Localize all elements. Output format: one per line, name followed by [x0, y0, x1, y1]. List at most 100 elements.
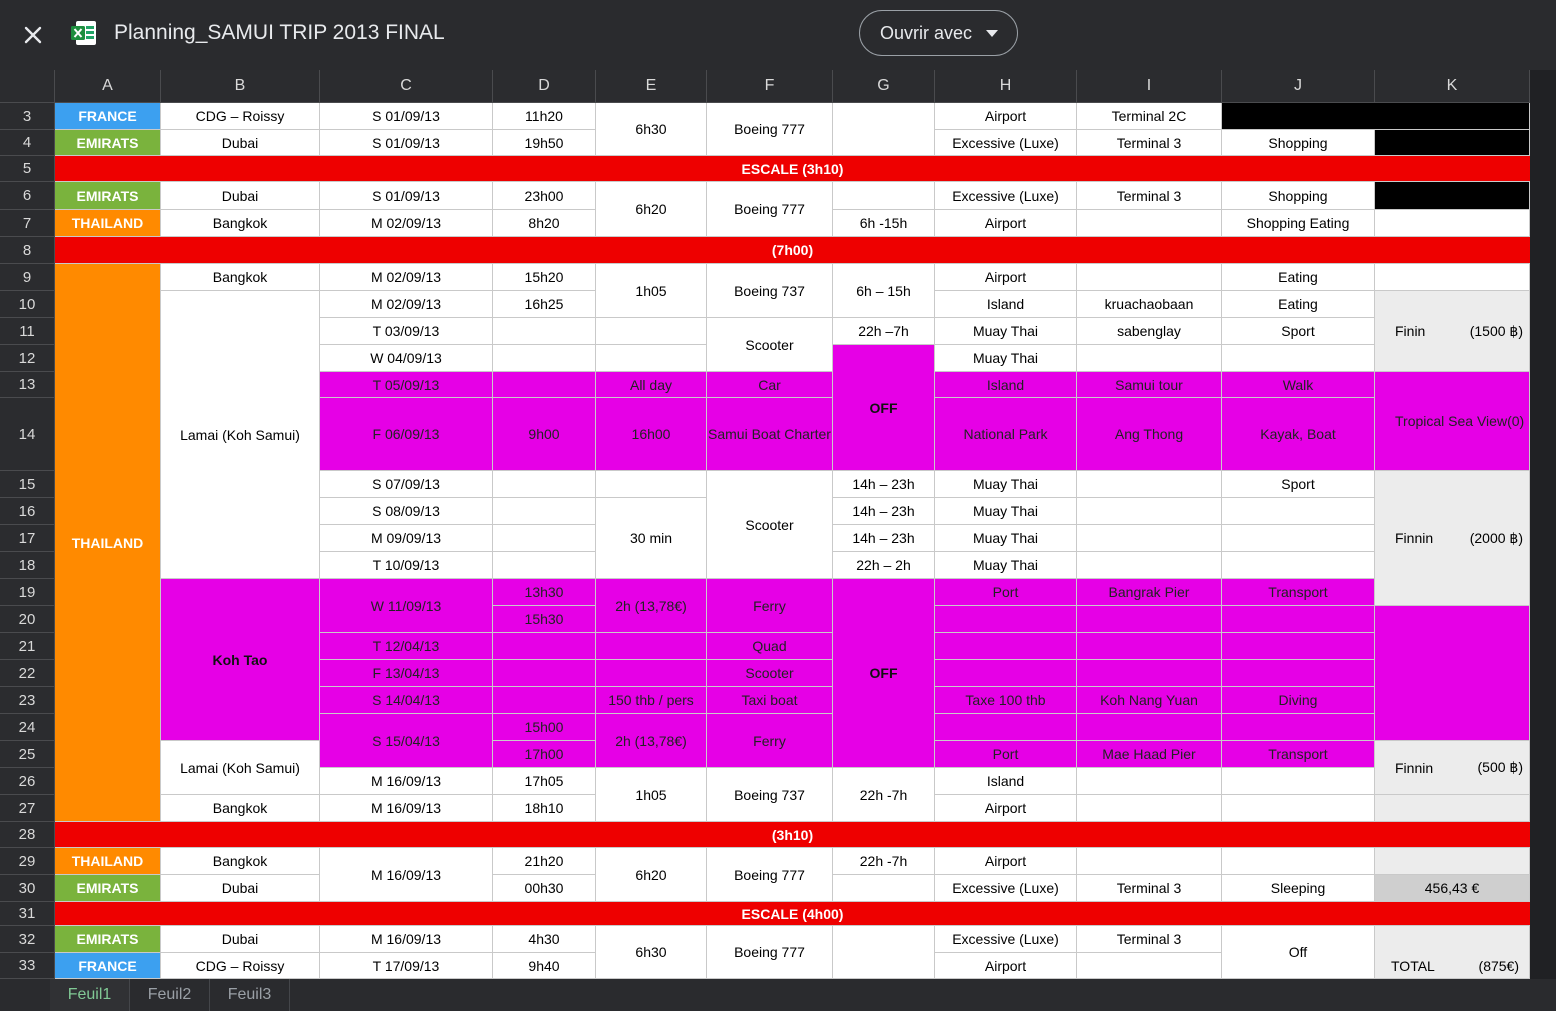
row-header-30[interactable]: 30 — [0, 875, 55, 902]
row-header-8[interactable]: 8 — [0, 237, 55, 264]
cell-b29[interactable]: Bangkok — [161, 848, 320, 875]
cell-c22[interactable]: F 13/04/13 — [320, 660, 493, 687]
cell-k29[interactable] — [1375, 848, 1530, 875]
row-header-13[interactable]: 13 — [0, 372, 55, 398]
cell-h11[interactable]: Muay Thai — [935, 318, 1077, 345]
cell-j7[interactable]: Shopping Eating — [1222, 210, 1375, 237]
cell-i9[interactable] — [1077, 264, 1222, 291]
column-header-j[interactable]: J — [1222, 70, 1375, 103]
cell-c19-c20[interactable]: W 11/09/13 — [320, 579, 493, 633]
cell-c27[interactable]: M 16/09/13 — [320, 795, 493, 822]
cell-i11[interactable]: sabenglay — [1077, 318, 1222, 345]
row-header-20[interactable]: 20 — [0, 606, 55, 633]
cell-d14[interactable]: 9h00 — [493, 398, 596, 471]
row-header-29[interactable]: 29 — [0, 848, 55, 875]
cell-d4[interactable]: 19h50 — [493, 130, 596, 156]
cell-f32-f33[interactable]: Boeing 777 — [707, 926, 833, 979]
cell-a9-a27[interactable]: THAILAND — [55, 264, 161, 822]
cell-c3[interactable]: S 01/09/13 — [320, 103, 493, 130]
row-header-18[interactable]: 18 — [0, 552, 55, 579]
cell-f9-f10[interactable]: Boeing 737 — [707, 264, 833, 318]
row-header-22[interactable]: 22 — [0, 660, 55, 687]
cell-c32[interactable]: M 16/09/13 — [320, 926, 493, 953]
cell-d20[interactable]: 15h30 — [493, 606, 596, 633]
cell-b27[interactable]: Bangkok — [161, 795, 320, 822]
row-header-7[interactable]: 7 — [0, 210, 55, 237]
cell-f19-f20[interactable]: Ferry — [707, 579, 833, 633]
row-header-24[interactable]: 24 — [0, 714, 55, 741]
cell-g30[interactable] — [833, 875, 935, 902]
cell-j16[interactable] — [1222, 498, 1375, 525]
cell-d7[interactable]: 8h20 — [493, 210, 596, 237]
cell-c10[interactable]: M 02/09/13 — [320, 291, 493, 318]
cell-k13-k14[interactable]: Tropical Sea View (0) — [1375, 372, 1530, 471]
cell-h18[interactable]: Muay Thai — [935, 552, 1077, 579]
cell-h27[interactable]: Airport — [935, 795, 1077, 822]
column-header-g[interactable]: G — [833, 70, 935, 103]
cell-b25-b26[interactable]: Lamai (Koh Samui) — [161, 741, 320, 795]
cell-d32[interactable]: 4h30 — [493, 926, 596, 953]
cell-c17[interactable]: M 09/09/13 — [320, 525, 493, 552]
cell-e16-e18[interactable]: 30 min — [596, 498, 707, 579]
close-button[interactable] — [14, 16, 52, 54]
cell-c24-c25[interactable]: S 15/04/13 — [320, 714, 493, 768]
cell-a33[interactable]: FRANCE — [55, 953, 161, 979]
cell-h30[interactable]: Excessive (Luxe) — [935, 875, 1077, 902]
cell-d9[interactable]: 15h20 — [493, 264, 596, 291]
cell-h3[interactable]: Airport — [935, 103, 1077, 130]
cell-d11[interactable] — [493, 318, 596, 345]
cell-k10-k12[interactable]: Finin (1500 ฿) — [1375, 291, 1530, 372]
cell-i6[interactable]: Terminal 3 — [1077, 182, 1222, 210]
cell-c11[interactable]: T 03/09/13 — [320, 318, 493, 345]
cell-j17[interactable] — [1222, 525, 1375, 552]
cell-d18[interactable] — [493, 552, 596, 579]
cell-h7[interactable]: Airport — [935, 210, 1077, 237]
row-header-33[interactable]: 33 — [0, 953, 55, 979]
cell-h6[interactable]: Excessive (Luxe) — [935, 182, 1077, 210]
row-header-27[interactable]: 27 — [0, 795, 55, 822]
cell-j3-k3[interactable] — [1222, 103, 1530, 130]
cell-i16[interactable] — [1077, 498, 1222, 525]
cell-c16[interactable]: S 08/09/13 — [320, 498, 493, 525]
cell-a4[interactable]: EMIRATS — [55, 130, 161, 156]
row-header-21[interactable]: 21 — [0, 633, 55, 660]
cell-a5-k5[interactable]: ESCALE (3h10) — [55, 156, 1530, 182]
cell-j29[interactable] — [1222, 848, 1375, 875]
cell-j25[interactable]: Transport — [1222, 741, 1375, 768]
row-header-26[interactable]: 26 — [0, 768, 55, 795]
cell-a3[interactable]: FRANCE — [55, 103, 161, 130]
cell-f22[interactable]: Scooter — [707, 660, 833, 687]
cell-g6[interactable] — [833, 182, 935, 210]
cell-g18[interactable]: 22h – 2h — [833, 552, 935, 579]
cell-d24[interactable]: 15h00 — [493, 714, 596, 741]
row-header-9[interactable]: 9 — [0, 264, 55, 291]
row-header-6[interactable]: 6 — [0, 182, 55, 210]
cell-d12[interactable] — [493, 345, 596, 372]
cell-f6-f7[interactable]: Boeing 777 — [707, 182, 833, 237]
column-header-a[interactable]: A — [55, 70, 161, 103]
cell-d16[interactable] — [493, 498, 596, 525]
cell-d27[interactable]: 18h10 — [493, 795, 596, 822]
cell-h22[interactable] — [935, 660, 1077, 687]
cell-d26[interactable]: 17h05 — [493, 768, 596, 795]
cell-k32-k33[interactable]: TOTAL (875€) — [1375, 926, 1530, 979]
cell-j10[interactable]: Eating — [1222, 291, 1375, 318]
cell-i20[interactable] — [1077, 606, 1222, 633]
cell-e26-e27[interactable]: 1h05 — [596, 768, 707, 822]
cell-i30[interactable]: Terminal 3 — [1077, 875, 1222, 902]
cell-j22[interactable] — [1222, 660, 1375, 687]
cell-g3-g4[interactable] — [833, 103, 935, 156]
cell-i26[interactable] — [1077, 768, 1222, 795]
cell-d17[interactable] — [493, 525, 596, 552]
cell-h25[interactable]: Port — [935, 741, 1077, 768]
cell-f14[interactable]: Samui Boat Charter — [707, 398, 833, 471]
cell-e14[interactable]: 16h00 — [596, 398, 707, 471]
cell-c14[interactable]: F 06/09/13 — [320, 398, 493, 471]
cell-e12[interactable] — [596, 345, 707, 372]
cell-e19-e20[interactable]: 2h (13,78€) — [596, 579, 707, 633]
cell-j18[interactable] — [1222, 552, 1375, 579]
cell-h32[interactable]: Excessive (Luxe) — [935, 926, 1077, 953]
cell-f13[interactable]: Car — [707, 372, 833, 398]
cell-g32-g33[interactable] — [833, 926, 935, 979]
cell-e15[interactable] — [596, 471, 707, 498]
